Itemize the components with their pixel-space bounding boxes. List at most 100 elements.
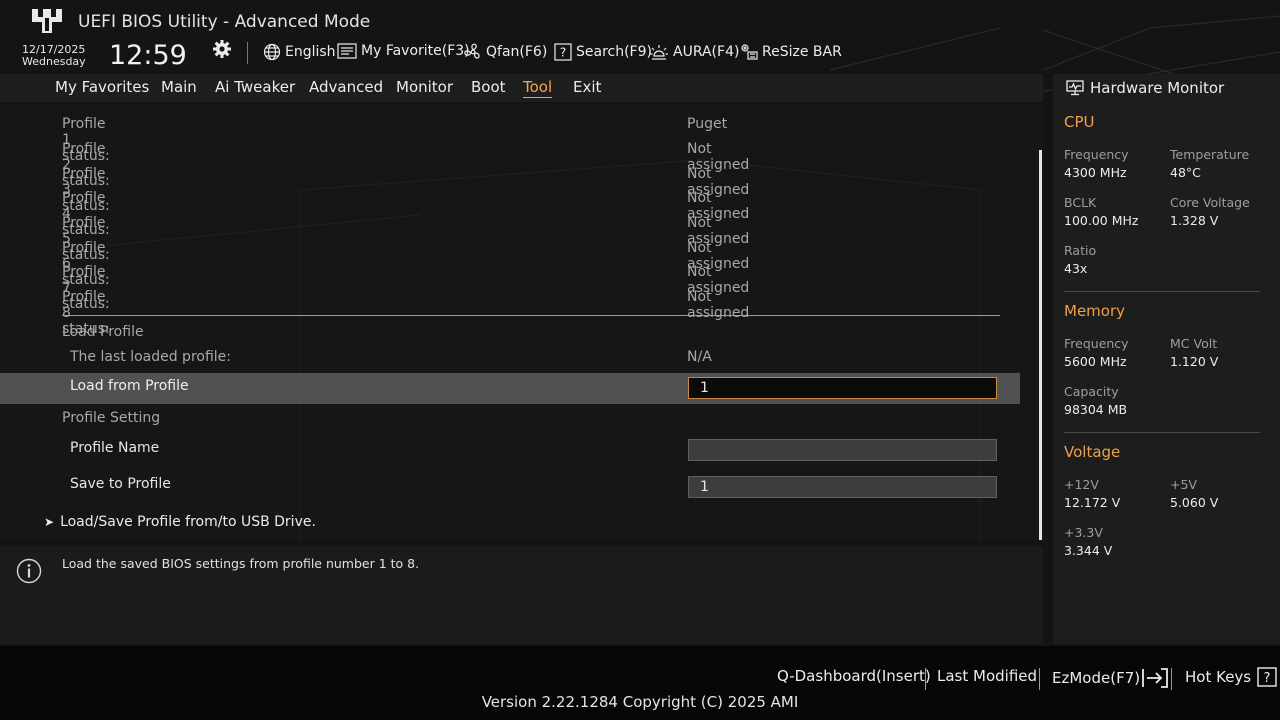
profile-setting-heading: Profile Setting <box>62 410 161 426</box>
bottom-divider <box>925 668 926 690</box>
search-button[interactable]: ? Search(F9) <box>554 43 652 61</box>
question-icon: ? <box>1257 667 1277 687</box>
load-from-profile-label: Load from Profile <box>70 378 189 394</box>
hot-keys-label: Hot Keys <box>1185 668 1252 686</box>
last-loaded-profile-value: N/A <box>687 349 712 365</box>
tab-advanced[interactable]: Advanced <box>309 78 383 96</box>
tab-main[interactable]: Main <box>161 78 197 96</box>
memory-heading: Memory <box>1064 302 1126 320</box>
qfan-label: Qfan(F6) <box>486 44 548 60</box>
tuf-logo-icon <box>32 9 62 33</box>
ezmode-label: EzMode(F7) <box>1052 669 1141 687</box>
v12-label: +12V <box>1064 477 1099 492</box>
top-bar: UEFI BIOS Utility - Advanced Mode 12/17/… <box>0 0 1280 72</box>
clock-display: 12:59 <box>109 40 187 71</box>
q-dashboard-button[interactable]: Q-Dashboard(Insert) <box>777 667 931 685</box>
app-title: UEFI BIOS Utility - Advanced Mode <box>78 12 371 32</box>
exit-arrow-icon <box>1142 668 1169 688</box>
submenu-arrow-icon: ➤ <box>44 515 55 529</box>
section-divider <box>62 315 1000 316</box>
help-bar: Load the saved BIOS settings from profil… <box>0 546 1043 644</box>
v33-value: 3.344 V <box>1064 543 1113 558</box>
tab-ai-tweaker[interactable]: Ai Tweaker <box>215 78 295 96</box>
tab-tool[interactable]: Tool <box>523 78 553 98</box>
tab-monitor[interactable]: Monitor <box>396 78 453 96</box>
profile-8-status-value: Not assigned <box>687 289 750 321</box>
memory-frequency-value: 5600 MHz <box>1064 354 1127 369</box>
last-modified-button[interactable]: Last Modified <box>937 667 1037 685</box>
hot-keys-button[interactable]: Hot Keys ? <box>1185 667 1277 687</box>
capacity-label: Capacity <box>1064 384 1119 399</box>
cpu-temperature-value: 48°C <box>1170 165 1201 180</box>
core-voltage-value: 1.328 V <box>1170 213 1219 228</box>
svg-text:?: ? <box>1264 671 1271 686</box>
my-favorite-button[interactable]: My Favorite(F3) <box>337 43 470 59</box>
aura-label: AURA(F4) <box>673 44 740 60</box>
save-to-profile-label: Save to Profile <box>70 476 171 492</box>
hardware-monitor-panel: Hardware Monitor CPU Frequency 4300 MHz … <box>1053 74 1280 644</box>
resize-bar-button[interactable]: ReSize BAR <box>740 43 842 61</box>
ratio-label: Ratio <box>1064 243 1097 258</box>
profile-name-input[interactable] <box>688 439 997 461</box>
aura-button[interactable]: AURA(F4) <box>649 43 739 61</box>
aura-light-icon <box>650 45 668 60</box>
bottom-divider <box>1171 668 1172 690</box>
help-description: Load the saved BIOS settings from profil… <box>62 556 420 571</box>
date-display: 12/17/2025 Wednesday <box>22 44 86 68</box>
tab-my-favorites[interactable]: My Favorites <box>55 78 149 96</box>
main-tab-bar: My Favorites Main Ai Tweaker Advanced Mo… <box>0 74 1043 102</box>
resize-bar-label: ReSize BAR <box>762 44 842 60</box>
usb-profile-link[interactable]: ➤ Load/Save Profile from/to USB Drive. <box>44 514 316 530</box>
v12-value: 12.172 V <box>1064 495 1121 510</box>
monitor-icon <box>1066 80 1084 96</box>
resize-bar-icon <box>741 44 758 60</box>
bottom-divider <box>1039 668 1040 690</box>
toolbar-divider <box>247 42 248 64</box>
globe-icon <box>263 43 281 61</box>
bottom-bar: Q-Dashboard(Insert) Last Modified EzMode… <box>0 646 1280 720</box>
search-label: Search(F9) <box>576 44 652 60</box>
gear-icon[interactable] <box>212 39 232 59</box>
mc-volt-value: 1.120 V <box>1170 354 1219 369</box>
svg-text:?: ? <box>560 46 566 60</box>
info-icon <box>16 558 42 584</box>
capacity-value: 98304 MB <box>1064 402 1128 417</box>
mc-volt-label: MC Volt <box>1170 336 1218 351</box>
v5-value: 5.060 V <box>1170 495 1219 510</box>
memory-frequency-label: Frequency <box>1064 336 1129 351</box>
voltage-heading: Voltage <box>1064 443 1121 461</box>
profile-1-status-value: Puget <box>687 116 728 132</box>
qfan-button[interactable]: Qfan(F6) <box>464 43 547 61</box>
hw-divider <box>1064 432 1260 433</box>
load-profile-heading: Load Profile <box>62 324 144 340</box>
save-to-profile-input[interactable]: 1 <box>688 476 997 498</box>
v5-label: +5V <box>1170 477 1197 492</box>
version-text: Version 2.22.1284 Copyright (C) 2025 AMI <box>481 693 799 711</box>
load-from-profile-input[interactable]: 1 <box>688 377 997 399</box>
help-search-icon: ? <box>554 43 572 61</box>
last-loaded-profile-label: The last loaded profile: <box>70 349 231 365</box>
profile-name-label: Profile Name <box>70 440 160 456</box>
language-label: English <box>285 44 336 60</box>
tab-exit[interactable]: Exit <box>573 78 601 96</box>
my-favorite-label: My Favorite(F3) <box>361 43 470 59</box>
tab-boot[interactable]: Boot <box>471 78 506 96</box>
ezmode-button[interactable]: EzMode(F7) <box>1052 667 1169 689</box>
hardware-monitor-title: Hardware Monitor <box>1090 79 1225 97</box>
bclk-label: BCLK <box>1064 195 1097 210</box>
language-button[interactable]: English <box>263 43 336 61</box>
favorite-list-icon <box>337 43 357 59</box>
usb-profile-link-label: Load/Save Profile from/to USB Drive. <box>60 514 316 530</box>
bclk-value: 100.00 MHz <box>1064 213 1139 228</box>
hw-divider <box>1064 291 1260 292</box>
fan-icon <box>464 43 480 59</box>
weekday-text: Wednesday <box>22 55 86 68</box>
cpu-temperature-label: Temperature <box>1170 147 1250 162</box>
cpu-frequency-label: Frequency <box>1064 147 1129 162</box>
ratio-value: 43x <box>1064 261 1088 276</box>
cpu-heading: CPU <box>1064 113 1095 131</box>
v33-label: +3.3V <box>1064 525 1103 540</box>
core-voltage-label: Core Voltage <box>1170 195 1250 210</box>
scrollbar[interactable] <box>1039 150 1042 540</box>
cpu-frequency-value: 4300 MHz <box>1064 165 1127 180</box>
